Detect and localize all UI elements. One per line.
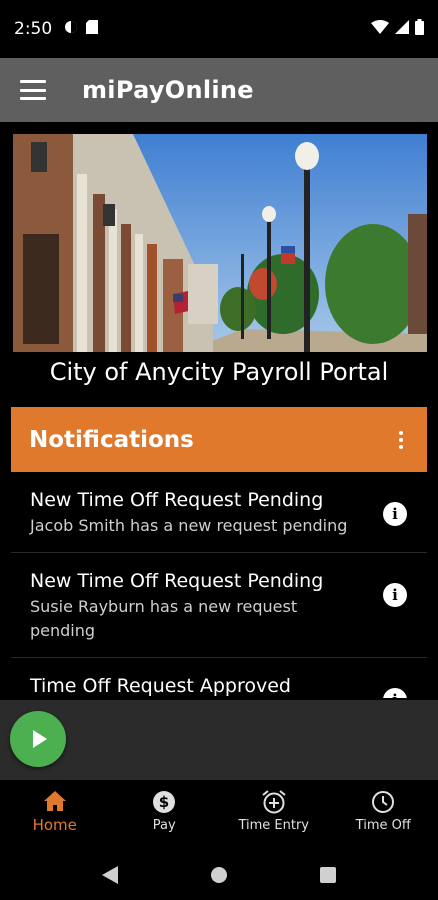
- sd-card-icon: [86, 19, 99, 39]
- notifications-title: Notifications: [29, 426, 194, 453]
- notification-body: Susie Rayburn has a new request pending: [30, 597, 298, 640]
- play-icon: [33, 730, 47, 748]
- clock-icon: [372, 791, 395, 813]
- dollar-icon: $: [153, 791, 176, 813]
- info-icon[interactable]: i: [383, 688, 407, 698]
- portal-title: City of Anycity Payroll Portal: [49, 358, 389, 386]
- nav-item-home[interactable]: Home: [0, 780, 110, 850]
- notifications-header: Notifications: [11, 407, 427, 472]
- bottom-navigation: Home $ Pay Time Entry Time Off: [0, 780, 438, 850]
- notification-app-icon: [64, 19, 78, 39]
- app-bar: miPayOnline: [0, 58, 438, 122]
- app-title: miPayOnline: [82, 76, 254, 104]
- hero-image: [13, 134, 427, 352]
- wifi-icon: [371, 19, 389, 39]
- menu-icon[interactable]: [20, 80, 46, 100]
- notification-title: New Time Off Request Pending: [30, 570, 324, 592]
- notification-item[interactable]: New Time Off Request Pending Susie Raybu…: [11, 553, 427, 658]
- nav-item-time-off[interactable]: Time Off: [329, 780, 438, 850]
- notification-body: Jacob Smith has a new request pending: [30, 516, 348, 535]
- system-navigation: [0, 850, 438, 900]
- signal-icon: [395, 19, 409, 39]
- info-icon[interactable]: i: [383, 583, 407, 607]
- nav-item-time-entry[interactable]: Time Entry: [219, 780, 329, 850]
- player-bar: [0, 700, 438, 780]
- notification-title: New Time Off Request Pending: [30, 489, 324, 511]
- battery-icon: [415, 18, 424, 40]
- info-icon[interactable]: i: [383, 502, 407, 526]
- nav-label-pay: Pay: [152, 818, 176, 833]
- notification-item[interactable]: New Time Off Request Pending Jacob Smith…: [11, 472, 427, 553]
- recents-icon[interactable]: [320, 867, 336, 883]
- more-options-icon[interactable]: [393, 425, 409, 455]
- nav-label-time-off: Time Off: [355, 818, 411, 833]
- notification-title: Time Off Request Approved: [30, 675, 291, 697]
- nav-label-home: Home: [32, 816, 77, 834]
- notifications-list: New Time Off Request Pending Jacob Smith…: [11, 472, 427, 698]
- back-icon[interactable]: [102, 866, 118, 884]
- status-bar: 2:50: [0, 0, 438, 58]
- notification-item[interactable]: Time Off Request Approved i: [11, 658, 427, 698]
- home-circle-icon[interactable]: [210, 866, 228, 884]
- nav-label-time-entry: Time Entry: [238, 818, 310, 833]
- home-icon: [43, 791, 66, 811]
- nav-item-pay[interactable]: $ Pay: [110, 780, 220, 850]
- status-time: 2:50: [14, 19, 53, 39]
- play-button[interactable]: [10, 711, 66, 767]
- alarm-add-icon: [262, 790, 286, 814]
- svg-text:$: $: [159, 793, 169, 811]
